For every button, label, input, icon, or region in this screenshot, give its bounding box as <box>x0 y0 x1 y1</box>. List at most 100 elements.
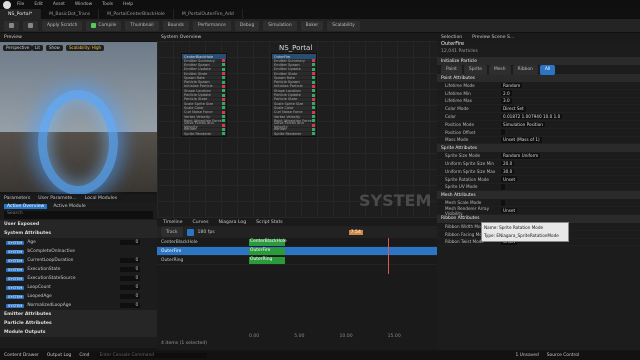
property-section[interactable]: Sprite Attributes <box>437 144 640 153</box>
property-value[interactable] <box>501 184 505 190</box>
param-row[interactable]: SYSTEM LoopCount 0 <box>0 283 157 292</box>
filter-ribbon[interactable]: Ribbon <box>512 64 538 75</box>
baker-button[interactable]: Baker <box>300 20 324 31</box>
menu-help[interactable]: Help <box>123 2 133 7</box>
track-row-selected[interactable]: OuterFire OuterFire <box>157 247 437 256</box>
property-section[interactable]: Point Attributes <box>437 74 640 82</box>
lit-button[interactable]: Lit <box>32 45 43 51</box>
tab-script-stats[interactable]: Script Stats <box>256 220 283 225</box>
simulation-button[interactable]: Simulation <box>263 20 297 31</box>
property-value[interactable]: 30.0 <box>501 168 515 175</box>
property-value[interactable]: Random Uniform <box>501 153 541 159</box>
perspective-button[interactable]: Perspective <box>3 45 33 51</box>
property-value[interactable]: Random <box>501 82 523 89</box>
param-row[interactable]: SYSTEM Age 0 <box>0 238 157 247</box>
preview-viewport[interactable]: Perspective Lit Show Scalability: High <box>0 42 157 195</box>
output-log-button[interactable]: Output Log <box>47 353 72 358</box>
node-stage-item[interactable]: Sprite Renderer <box>272 132 316 137</box>
tab-selection[interactable]: Selection <box>441 35 462 40</box>
track-bar[interactable]: OuterRing <box>249 256 285 264</box>
property-row[interactable]: Lifetime Max 3.0 <box>437 98 640 106</box>
property-row[interactable]: Uniform Sprite Size Min 20.0 <box>437 160 640 168</box>
property-value[interactable] <box>501 129 505 135</box>
property-value[interactable]: 2.0 <box>501 90 512 96</box>
tab-ns-portal[interactable]: NS_Portal* <box>0 9 42 19</box>
property-row[interactable]: Lifetime Mode Random <box>437 82 640 90</box>
tab-timeline[interactable]: Timeline <box>163 220 183 225</box>
tab-user-parameters[interactable]: User Paramete... <box>38 196 76 201</box>
playhead-line[interactable] <box>388 238 389 274</box>
tab-outer-fire[interactable]: M_PortalOuterFire_Add <box>174 9 243 19</box>
show-button[interactable]: Show <box>46 45 63 51</box>
section-system-attributes[interactable]: System Attributes <box>0 229 157 238</box>
content-drawer-button[interactable]: Content Drawer <box>4 353 39 358</box>
compile-button[interactable]: Compile <box>86 20 122 31</box>
property-value[interactable]: 0.01872 1.007940 10.0 1.0 <box>501 113 563 120</box>
property-value[interactable]: 3.0 <box>501 98 512 104</box>
node-stage-item[interactable]: Sprite Renderer <box>182 132 226 137</box>
track-row[interactable]: CenterBlackHole CenterBlackHole <box>157 238 437 247</box>
property-row[interactable]: Mesh Renderer Array Visibility Unset <box>437 206 640 216</box>
property-value[interactable]: Direct Set <box>501 106 526 112</box>
section-user-exposed[interactable]: User Exposed <box>0 220 157 229</box>
param-row[interactable]: SYSTEM NormalizedLoopAge 0 <box>0 301 157 310</box>
section-initialize-particle[interactable]: Initialize Particle <box>437 57 640 65</box>
filter-sprite[interactable]: Sprite <box>463 64 487 75</box>
param-value[interactable]: 0 <box>120 303 141 308</box>
track-bar[interactable]: CenterBlackHole <box>249 238 287 246</box>
track-bar[interactable]: OuterFire <box>249 247 285 255</box>
property-row[interactable]: Sprite Rotation Mode Unset <box>437 176 640 184</box>
property-row[interactable]: Uniform Sprite Size Max 30.0 <box>437 168 640 176</box>
property-value[interactable]: Simulation Position <box>501 121 545 128</box>
tab-center-black-hole[interactable]: M_PortalCenterBlackHole <box>99 9 174 19</box>
property-row[interactable]: Lifetime Min 2.0 <box>437 90 640 98</box>
param-row[interactable]: SYSTEM LoopedAge 0 <box>0 292 157 301</box>
menu-asset[interactable]: Asset <box>53 2 65 7</box>
filter-all[interactable]: All <box>539 64 556 75</box>
thumbnail-button[interactable]: Thumbnail <box>125 20 159 31</box>
menu-edit[interactable]: Edit <box>34 2 43 7</box>
tab-preview-scene[interactable]: Preview Scene S... <box>472 35 514 40</box>
section-module-outputs[interactable]: Module Outputs <box>0 328 157 337</box>
debug-button[interactable]: Debug <box>234 20 260 31</box>
property-row[interactable]: Sprite Size Mode Random Uniform <box>437 152 640 161</box>
filter-mesh[interactable]: Mesh <box>488 64 511 75</box>
browse-button[interactable] <box>23 20 38 31</box>
menu-window[interactable]: Window <box>75 2 92 7</box>
param-row[interactable]: SYSTEM bCompleteOnInactive <box>0 247 157 256</box>
section-emitter-attributes[interactable]: Emitter Attributes <box>0 310 157 319</box>
save-button[interactable] <box>4 20 19 31</box>
tab-curves[interactable]: Curves <box>193 220 209 225</box>
property-value[interactable]: 20.0 <box>501 160 515 167</box>
param-row[interactable]: SYSTEM ExecutionState 0 <box>0 265 157 274</box>
unsaved-indicator[interactable]: 1 Unsaved <box>515 353 538 358</box>
active-overview-button[interactable]: Active Overview <box>4 203 48 209</box>
param-value[interactable]: 0 <box>120 240 141 245</box>
cmd-dropdown[interactable]: Cmd <box>79 353 89 358</box>
tab-niagara-log[interactable]: Niagara Log <box>219 220 247 225</box>
property-row[interactable]: Position Mode Simulation Position <box>437 121 640 129</box>
active-module-button[interactable]: Active Module <box>50 204 88 209</box>
property-section[interactable]: Mesh Attributes <box>437 191 640 200</box>
param-value[interactable]: 0 <box>120 258 141 263</box>
track-row[interactable]: OuterRing OuterRing <box>157 256 437 265</box>
filter-point[interactable]: Point <box>441 64 462 75</box>
fps-dropdown[interactable]: 180 fps <box>198 230 215 235</box>
apply-scratch-button[interactable]: Apply Scratch <box>42 20 83 31</box>
tab-basic-dot[interactable]: M_BasicDot_Trans <box>41 9 100 19</box>
property-value[interactable]: Unset <box>501 207 518 214</box>
menu-file[interactable]: File <box>17 2 24 7</box>
property-row[interactable]: Mass Mode Unset (Mass of 1) <box>437 137 640 145</box>
param-value[interactable]: 0 <box>120 285 141 290</box>
params-search-input[interactable]: Search <box>4 211 153 219</box>
property-row[interactable]: Sprite UV Mode <box>437 184 640 192</box>
section-particle-attributes[interactable]: Particle Attributes <box>0 319 157 328</box>
property-row[interactable]: Position Offset <box>437 129 640 137</box>
system-overview-graph[interactable]: NS_Portal CenterBlackHole Emitter Summary… <box>157 41 437 218</box>
scalability-button[interactable]: Scalability <box>327 20 360 31</box>
console-input[interactable]: Enter Console Command <box>97 353 208 358</box>
tab-local-modules[interactable]: Local Modules <box>85 196 117 201</box>
property-value[interactable] <box>501 200 505 206</box>
property-value[interactable]: Unset <box>501 176 518 182</box>
param-row[interactable]: SYSTEM CurrentLoopDuration 0 <box>0 256 157 265</box>
